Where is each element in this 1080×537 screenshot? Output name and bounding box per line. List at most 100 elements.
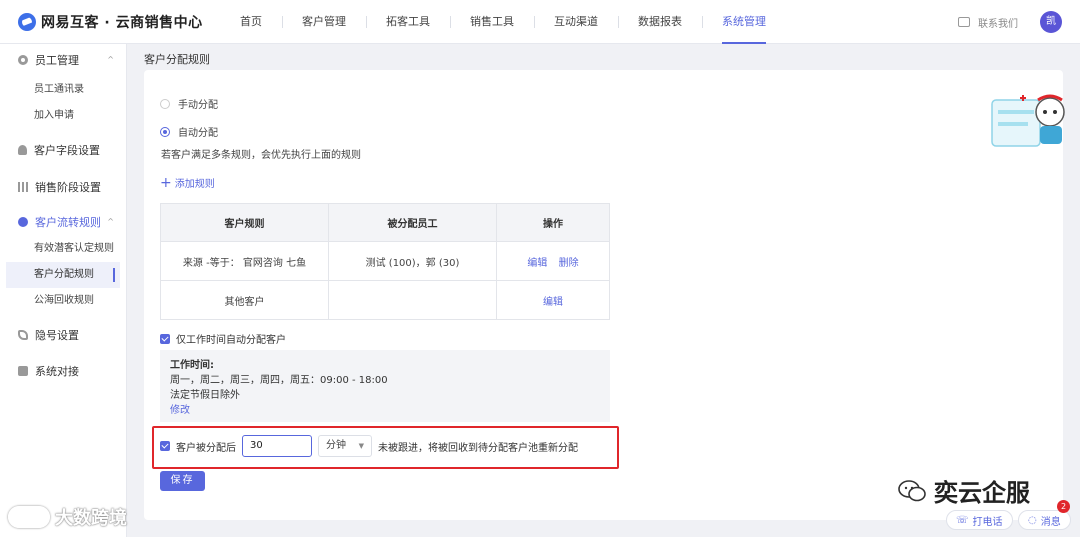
recycle-label-before: 客户被分配后 (176, 442, 236, 454)
watermark-logo-icon (8, 506, 50, 528)
add-rule-button[interactable]: + 添加规则 (160, 174, 215, 191)
watermark-right: 奕云企服 (898, 473, 1030, 508)
rule-cell: 其他客户 (160, 280, 329, 320)
page-title: 客户分配规则 (144, 53, 210, 66)
radio-label: 自动分配 (178, 128, 218, 139)
sidebar-item-pool-recycle-rules[interactable]: 公海回收规则 (0, 288, 126, 314)
priority-note: 若客户满足多条规则，会优先执行上面的规则 (161, 150, 361, 161)
message-button[interactable]: ◌ 消息 (1018, 510, 1071, 530)
caret-down-icon: ▼ (358, 442, 364, 450)
add-rule-label: 添加规则 (174, 179, 215, 190)
nav-home[interactable]: 首页 (220, 0, 282, 44)
rules-table: 客户规则 被分配员工 操作 来源 -等于： 官网咨询 七鱼 测试 (100)，郭… (160, 203, 610, 320)
sidebar-group-label: 客户字段设置 (34, 144, 100, 157)
sidebar-group-label: 系统对接 (35, 365, 79, 378)
nav-prospecting-tools[interactable]: 拓客工具 (366, 0, 450, 44)
flow-icon (18, 217, 28, 227)
radio-label: 手动分配 (178, 100, 218, 111)
phone-icon (18, 330, 28, 340)
top-bar: 网易互客 · 云商销售中心 首页 客户管理 拓客工具 销售工具 互动渠道 数据报… (0, 0, 1080, 44)
user-icon (18, 145, 27, 155)
chat-icon (958, 17, 970, 27)
radio-button-selected[interactable] (160, 126, 170, 137)
radio-manual-assign[interactable]: 手动分配 (160, 96, 218, 111)
sidebar-group-customer-flow[interactable]: 客户流转规则 ^ (0, 208, 126, 236)
rule-cell: 来源 -等于： 官网咨询 七鱼 (160, 241, 329, 281)
table-row: 其他客户 编辑 (160, 280, 610, 320)
column-header: 客户规则 (160, 203, 329, 242)
delete-link[interactable]: 删除 (559, 258, 579, 269)
worktime-checkbox-label: 仅工作时间自动分配客户 (176, 335, 286, 346)
contact-label: 联系我们 (978, 18, 1018, 30)
column-header: 被分配员工 (328, 203, 497, 242)
call-label: 打电话 (972, 516, 1003, 528)
gear-icon (18, 55, 28, 65)
watermark-right-text: 奕云企服 (934, 479, 1030, 507)
worktime-title: 工作时间: (170, 360, 214, 371)
sidebar-group-hidden-number[interactable]: 隐号设置 (0, 321, 126, 349)
chevron-up-icon: ^ (107, 55, 114, 64)
nav-sales-tools[interactable]: 销售工具 (450, 0, 534, 44)
nav-interaction-channels[interactable]: 互动渠道 (534, 0, 618, 44)
mascot-illustration-icon (991, 94, 1065, 147)
sidebar-group-label: 员工管理 (35, 54, 79, 67)
sidebar: 员工管理 ^ 员工通讯录 加入申请 客户字段设置 销售阶段设置 客户流转规则 ^… (0, 44, 127, 537)
staff-cell (328, 280, 497, 320)
logo[interactable]: 网易互客 · 云商销售中心 (18, 12, 208, 32)
recycle-minutes-input[interactable]: 30 (242, 435, 312, 457)
sidebar-group-label: 客户流转规则 (35, 216, 101, 229)
system-icon (18, 366, 28, 376)
main-nav: 首页 客户管理 拓客工具 销售工具 互动渠道 数据报表 系统管理 (220, 0, 786, 44)
actions-cell: 编辑 (496, 280, 610, 320)
radio-auto-assign[interactable]: 自动分配 (160, 124, 218, 139)
sidebar-group-system-integration[interactable]: 系统对接 (0, 357, 126, 385)
radio-button[interactable] (160, 98, 170, 109)
actions-cell: 编辑 删除 (496, 241, 610, 281)
nav-customer-management[interactable]: 客户管理 (282, 0, 366, 44)
select-value: 分钟 (326, 440, 346, 451)
chevron-up-icon: ^ (107, 217, 114, 226)
worktime-holiday: 法定节假日除外 (170, 390, 240, 401)
sidebar-group-label: 销售阶段设置 (35, 181, 101, 194)
message-count-badge: 2 (1057, 500, 1070, 513)
table-row: 来源 -等于： 官网咨询 七鱼 测试 (100)，郭 (30) 编辑 删除 (160, 241, 610, 281)
plus-icon: + (160, 174, 172, 191)
bar-chart-icon (18, 182, 28, 192)
sidebar-item-assignment-rules[interactable]: 客户分配规则 (6, 262, 120, 288)
sidebar-item-staff-directory[interactable]: 员工通讯录 (0, 77, 126, 103)
wechat-icon (898, 479, 926, 501)
contact-us-link[interactable]: 联系我们 (958, 15, 1018, 30)
call-button[interactable]: ☏ 打电话 (946, 510, 1013, 530)
worktime-box: 工作时间: 周一，周二，周三，周四，周五：09:00 - 18:00 法定节假日… (160, 350, 610, 422)
save-button[interactable]: 保存 (160, 471, 205, 491)
sidebar-group-sales-stages[interactable]: 销售阶段设置 (0, 173, 126, 201)
recycle-checkbox[interactable] (160, 441, 170, 451)
recycle-label-after: 未被跟进，将被回收到待分配客户池重新分配 (378, 442, 578, 454)
nav-data-reports[interactable]: 数据报表 (618, 0, 702, 44)
logo-icon (18, 12, 36, 31)
worktime-edit-link[interactable]: 修改 (170, 403, 600, 418)
sidebar-group-staff[interactable]: 员工管理 ^ (0, 46, 126, 74)
logo-text: 网易互客 · 云商销售中心 (41, 14, 203, 31)
sidebar-item-lead-rules[interactable]: 有效潜客认定规则 (0, 236, 126, 262)
watermark-left: 大数跨境 (8, 504, 127, 530)
message-icon: ◌ (1028, 514, 1037, 526)
staff-cell: 测试 (100)，郭 (30) (328, 241, 497, 281)
sidebar-group-label: 隐号设置 (35, 329, 79, 342)
message-label: 消息 (1040, 516, 1061, 528)
worktime-days: 周一，周二，周三，周四，周五：09:00 - 18:00 (170, 375, 388, 386)
top-right: 联系我们 凯 (958, 0, 1062, 44)
avatar[interactable]: 凯 (1040, 11, 1062, 33)
worktime-checkbox[interactable] (160, 333, 170, 344)
sidebar-group-customer-fields[interactable]: 客户字段设置 (0, 136, 126, 164)
recycle-rule-row: 客户被分配后 30 分钟 ▼ 未被跟进，将被回收到待分配客户池重新分配 (160, 435, 578, 457)
watermark-left-text: 大数跨境 (55, 508, 127, 529)
nav-system-management[interactable]: 系统管理 (702, 0, 786, 44)
phone-icon: ☏ (956, 514, 969, 526)
sidebar-item-join-requests[interactable]: 加入申请 (0, 103, 126, 129)
recycle-unit-select[interactable]: 分钟 ▼ (318, 435, 372, 457)
edit-link[interactable]: 编辑 (527, 258, 547, 269)
edit-link[interactable]: 编辑 (543, 297, 563, 308)
worktime-only-checkbox-row[interactable]: 仅工作时间自动分配客户 (160, 331, 286, 346)
column-header: 操作 (496, 203, 610, 242)
